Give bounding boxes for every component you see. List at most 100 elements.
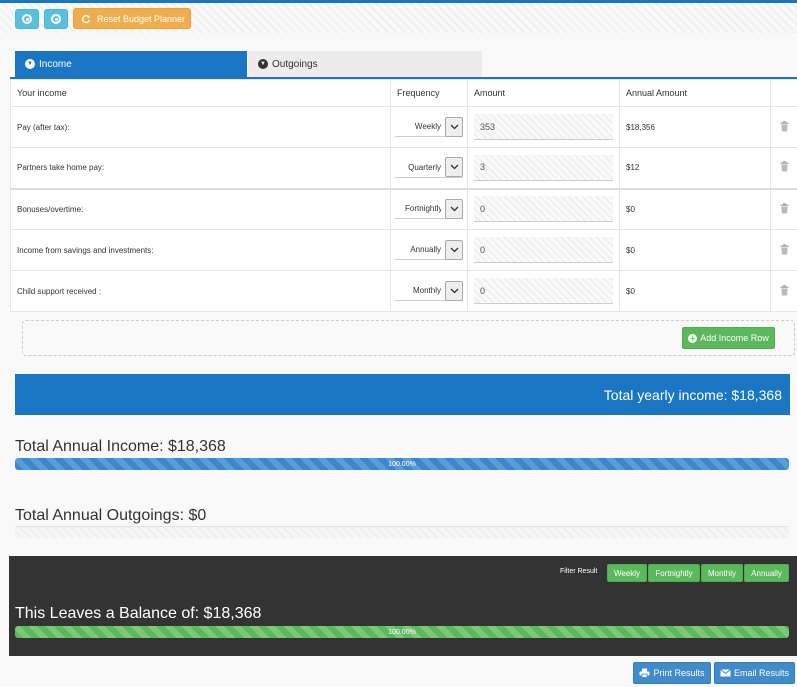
add-income-row-button[interactable]: + Add Income Row	[682, 327, 775, 349]
tab-income-label: Income	[39, 58, 72, 70]
frequency-select[interactable]: Quarterly	[395, 157, 463, 178]
balance-progress-bar: 100.00%	[15, 626, 789, 638]
table-header-row: Your income Frequency Amount Annual Amou…	[10, 79, 797, 107]
print-results-button[interactable]: Print Results	[633, 662, 711, 684]
amount-input[interactable]: 353	[474, 114, 613, 140]
collapse-circle-icon	[22, 14, 32, 24]
annual-amount: $0	[619, 270, 771, 312]
chevron-down-circle-icon: ▼	[25, 59, 35, 69]
frequency-value: Monthly	[412, 286, 441, 295]
delete-row-button[interactable]	[770, 229, 797, 271]
filter-annually-button[interactable]: Annually	[744, 564, 789, 582]
annual-amount: $0	[619, 229, 771, 271]
table-row: Child support received : Monthly 0 $0	[10, 270, 797, 312]
envelope-icon	[720, 669, 731, 677]
income-table-container: Your income Frequency Amount Annual Amou…	[10, 77, 797, 312]
amount-cell: 0	[467, 187, 620, 230]
annual-amount: $12	[619, 147, 771, 189]
income-progress-fill: 100.00%	[15, 458, 789, 470]
expand-circle-icon	[51, 14, 61, 24]
table-row: Pay (after tax): Weekly 353 $18,356	[10, 106, 797, 148]
delete-row-button[interactable]	[770, 187, 797, 230]
header-your-income: Your income	[10, 79, 391, 107]
chevron-down-circle-icon: ▼	[258, 59, 268, 69]
trash-icon	[780, 161, 788, 172]
balance-title: This Leaves a Balance of: $18,368	[15, 605, 262, 622]
plus-circle-icon: +	[688, 333, 698, 343]
frequency-cell: Weekly	[390, 106, 468, 148]
amount-cell: 0	[467, 229, 620, 271]
table-row: Partners take home pay: Quarterly 3 $12	[10, 147, 797, 189]
frequency-value: Weekly	[414, 122, 441, 131]
filter-monthly-button[interactable]: Monthly	[701, 564, 743, 582]
income-table: Your income Frequency Amount Annual Amou…	[10, 79, 797, 312]
frequency-select[interactable]: Monthly	[395, 280, 463, 301]
print-icon	[639, 668, 650, 678]
amount-input[interactable]: 0	[474, 278, 613, 304]
amount-input[interactable]: 0	[474, 237, 613, 263]
total-yearly-income-banner: Total yearly income: $18,368	[15, 374, 790, 415]
filter-result-label: Filter Result	[560, 568, 598, 575]
table-row: Bonuses/overtime: Fortnightly 0 $0	[10, 187, 797, 230]
amount-input[interactable]: 3	[474, 154, 613, 181]
reset-budget-planner-button[interactable]: Reset Budget Planner	[73, 8, 191, 29]
row-label: Pay (after tax):	[10, 106, 391, 148]
header-annual-amount: Annual Amount	[619, 79, 771, 107]
balance-progress-label: 100.00%	[388, 628, 416, 636]
tab-outgoings[interactable]: ▼ Outgoings	[248, 51, 482, 77]
income-progress-label: 100.00%	[388, 460, 416, 468]
frequency-select[interactable]: Annually	[395, 239, 463, 260]
frequency-value: Annually	[410, 245, 441, 254]
trash-icon	[780, 243, 788, 254]
header-amount: Amount	[467, 79, 620, 107]
filter-weekly-button[interactable]: Weekly	[607, 564, 647, 582]
delete-row-button[interactable]	[770, 147, 797, 189]
row-label: Child support received :	[10, 270, 391, 312]
chevron-down-icon	[445, 280, 463, 301]
tab-income[interactable]: ▼ Income	[15, 51, 247, 77]
header-actions	[770, 79, 797, 107]
frequency-select[interactable]: Fortnightly	[395, 198, 463, 220]
delete-row-button[interactable]	[770, 106, 797, 148]
trash-icon	[780, 120, 788, 131]
amount-cell: 0	[467, 270, 620, 312]
outgoings-progress-bar	[15, 526, 789, 538]
print-results-label: Print Results	[653, 668, 705, 678]
header-frequency: Frequency	[390, 79, 468, 107]
email-results-label: Email Results	[733, 668, 789, 678]
amount-input[interactable]: 0	[474, 196, 613, 223]
reset-button-label: Reset Budget Planner	[97, 13, 186, 24]
row-label: Bonuses/overtime:	[10, 187, 391, 230]
add-income-row-label: Add Income Row	[700, 333, 769, 343]
delete-row-button[interactable]	[770, 270, 797, 312]
chevron-down-icon	[445, 157, 463, 178]
frequency-select[interactable]: Weekly	[395, 116, 463, 137]
trash-icon	[780, 202, 788, 214]
frequency-value: Fortnightly	[405, 204, 441, 214]
total-annual-outgoings-title: Total Annual Outgoings: $0	[15, 507, 207, 524]
refresh-icon	[81, 14, 91, 23]
chevron-down-icon	[445, 198, 463, 219]
frequency-value: Quarterly	[408, 162, 441, 172]
balance-progress-fill: 100.00%	[15, 626, 789, 638]
frequency-cell: Quarterly	[390, 147, 468, 189]
add-row-area	[22, 320, 795, 356]
trash-icon	[780, 284, 788, 295]
tab-outgoings-label: Outgoings	[272, 58, 318, 70]
annual-amount: $18,356	[619, 106, 771, 148]
collapse-all-button[interactable]	[15, 9, 39, 29]
row-label: Income from savings and investments:	[10, 229, 391, 271]
frequency-cell: Fortnightly	[390, 187, 468, 230]
table-row: Income from savings and investments: Ann…	[10, 229, 797, 271]
total-annual-income-title: Total Annual Income: $18,368	[15, 438, 226, 455]
total-yearly-income-text: Total yearly income: $18,368	[603, 386, 782, 403]
row-label: Partners take home pay:	[10, 147, 391, 189]
email-results-button[interactable]: Email Results	[714, 662, 795, 684]
expand-all-button[interactable]	[44, 9, 68, 29]
chevron-down-icon	[445, 116, 463, 137]
amount-cell: 353	[467, 106, 620, 148]
frequency-cell: Annually	[390, 229, 468, 271]
annual-amount: $0	[619, 187, 771, 230]
chevron-down-icon	[445, 239, 463, 260]
filter-fortnightly-button[interactable]: Fortnightly	[648, 564, 700, 582]
